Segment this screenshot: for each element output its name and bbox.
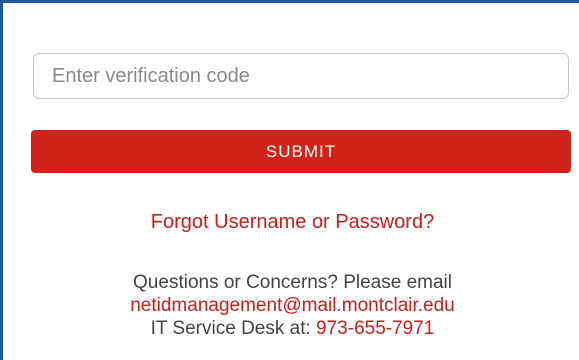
support-email-link[interactable]: netidmanagement@mail.montclair.edu (3, 294, 579, 317)
verification-code-input[interactable] (33, 53, 569, 99)
login-panel: SUBMIT Forgot Username or Password? Ques… (0, 0, 579, 360)
service-desk-line: IT Service Desk at: 973-655-7971 (3, 317, 579, 340)
forgot-username-password-link[interactable]: Forgot Username or Password? (3, 211, 579, 234)
submit-button[interactable]: SUBMIT (31, 130, 571, 173)
contact-intro-text: Questions or Concerns? Please email (133, 272, 452, 293)
contact-info: Questions or Concerns? Please email neti… (3, 271, 579, 340)
service-desk-phone-link[interactable]: 973-655-7971 (316, 318, 434, 339)
service-desk-label: IT Service Desk at: (150, 318, 311, 339)
